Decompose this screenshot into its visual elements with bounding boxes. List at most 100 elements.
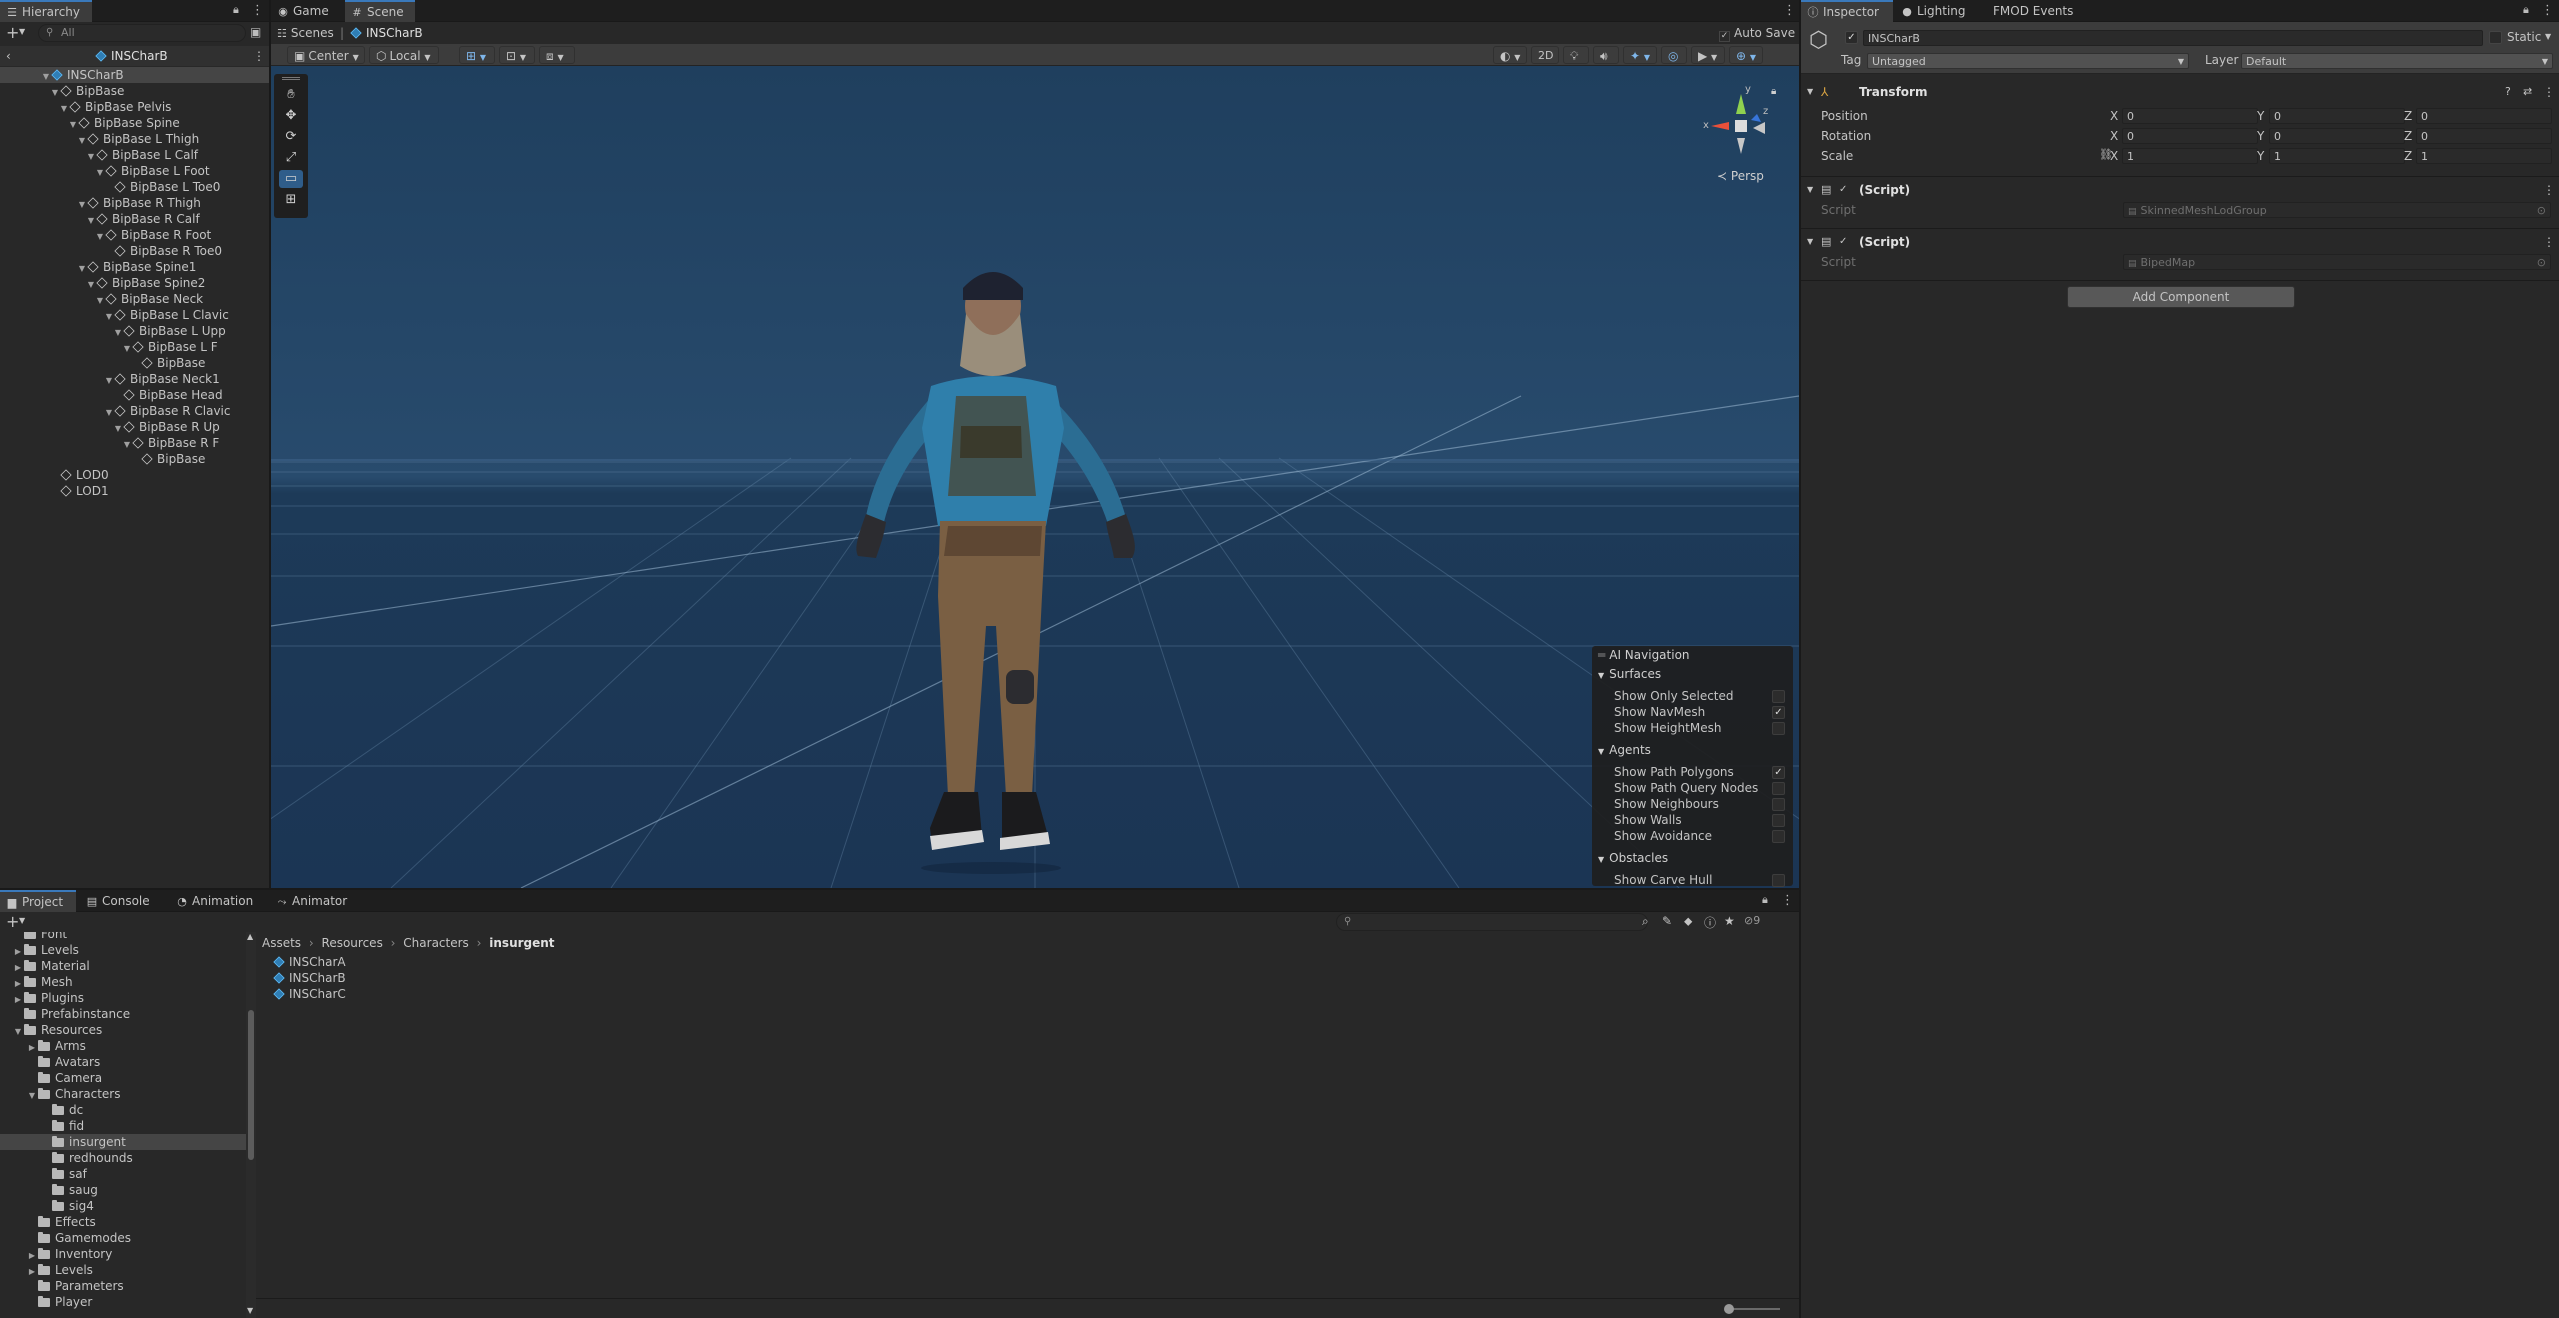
tab-game[interactable]: ◉ Game xyxy=(271,0,343,22)
hierarchy-item[interactable]: ▼ BipBase R Up xyxy=(0,419,269,435)
breadcrumb-assets[interactable]: Assets xyxy=(262,936,301,950)
scroll-down-icon[interactable]: ▼ xyxy=(247,1306,253,1315)
project-folder[interactable]: Parameters xyxy=(0,1278,246,1294)
overlay-header[interactable]: ═ AI Navigation xyxy=(1592,646,1793,664)
transform-scale-x-field[interactable]: 1 xyxy=(2122,148,2258,164)
project-folder[interactable]: ▶ Levels xyxy=(0,942,246,958)
hierarchy-item[interactable]: ▼ BipBase Spine2 xyxy=(0,275,269,291)
layer-dropdown[interactable]: Default ▼ xyxy=(2241,53,2553,69)
hand-tool-icon[interactable]: ✋︎ xyxy=(279,86,303,104)
auto-save-toggle[interactable]: ✓ Auto Save xyxy=(1719,22,1795,44)
tab-project[interactable]: ▆ Project xyxy=(0,890,76,912)
hierarchy-item[interactable]: LOD0 xyxy=(0,467,269,483)
tag-dropdown[interactable]: Untagged ▼ xyxy=(1867,53,2189,69)
back-arrow-icon[interactable]: ‹ xyxy=(6,46,11,66)
shading-mode-dropdown[interactable]: ◐ ▼ xyxy=(1493,46,1527,64)
checkbox[interactable]: ✓ xyxy=(1772,706,1785,719)
slider-handle[interactable] xyxy=(1724,1304,1734,1314)
transform-position-y-field[interactable]: 0 xyxy=(2269,108,2405,124)
axis-z-label[interactable]: Z xyxy=(2404,128,2412,144)
project-folder[interactable]: Gamemodes xyxy=(0,1230,246,1246)
projection-toggle[interactable]: ≺ Persp xyxy=(1717,169,1764,183)
effects-toggle-icon[interactable]: ✦ ▼ xyxy=(1623,46,1657,64)
axis-y-label[interactable]: Y xyxy=(2257,108,2264,124)
checkbox[interactable] xyxy=(1772,690,1785,703)
lock-icon[interactable]: 🔒︎ xyxy=(1771,86,1776,97)
scroll-thumb[interactable] xyxy=(248,1010,254,1160)
more-menu-icon[interactable]: ⋮ xyxy=(2543,82,2555,102)
transform-position-z-field[interactable]: 0 xyxy=(2416,108,2552,124)
hierarchy-item[interactable]: ▼ INSCharB xyxy=(0,67,269,83)
checkbox[interactable] xyxy=(1772,830,1785,843)
tab-fmod-events[interactable]: FMOD Events xyxy=(1981,0,2081,22)
breadcrumb-resources[interactable]: Resources xyxy=(322,936,383,950)
tab-lighting[interactable]: ● Lighting xyxy=(1895,0,1979,22)
tab-animator[interactable]: ⤳ Animator xyxy=(270,890,360,912)
icon-size-slider[interactable] xyxy=(1724,1304,1780,1314)
warning-filter-icon[interactable]: ⓘ xyxy=(1704,914,1716,931)
hierarchy-item[interactable]: BipBase Head xyxy=(0,387,269,403)
2d-toggle-button[interactable]: 2D xyxy=(1531,46,1559,64)
hidden-packages-toggle[interactable]: ⊘9 xyxy=(1744,914,1760,927)
project-folder[interactable]: ▶ Plugins xyxy=(0,990,246,1006)
component-header[interactable]: ▼ ▤ ✓ (Script) ⋮ xyxy=(1801,232,2559,252)
audio-toggle-icon[interactable]: 🔊︎ xyxy=(1593,46,1619,64)
move-tool-icon[interactable]: ✥ xyxy=(279,107,303,125)
component-header[interactable]: ▼ ▤ ✓ (Script) ⋮ xyxy=(1801,180,2559,200)
transform-tool-icon[interactable]: ⊞ xyxy=(279,191,303,209)
checkbox[interactable] xyxy=(1772,782,1785,795)
more-menu-icon[interactable]: ⋮ xyxy=(2543,180,2555,200)
checkbox[interactable] xyxy=(1772,722,1785,735)
hierarchy-item[interactable]: ▼ BipBase L Thigh xyxy=(0,131,269,147)
more-menu-icon[interactable]: ⋮ xyxy=(2543,232,2555,252)
project-folder[interactable]: Prefabinstance xyxy=(0,1006,246,1022)
object-name-field[interactable]: INSCharB xyxy=(1863,30,2483,46)
hierarchy-item[interactable]: BipBase L Toe0 xyxy=(0,179,269,195)
checkbox[interactable] xyxy=(1772,814,1785,827)
search-input[interactable]: ⚲ All xyxy=(38,24,246,42)
add-component-button[interactable]: Add Component xyxy=(2067,286,2295,308)
axis-x-label[interactable]: X xyxy=(2110,148,2118,164)
enabled-checkbox[interactable]: ✓ xyxy=(1839,232,1847,252)
transform-scale-y-field[interactable]: 1 xyxy=(2269,148,2405,164)
visibility-toggle-icon[interactable]: ◎ xyxy=(1661,46,1687,64)
section-agents[interactable]: ▼ Agents xyxy=(1598,742,1651,758)
hierarchy-item[interactable]: ▼ BipBase R Foot xyxy=(0,227,269,243)
tab-scene[interactable]: # Scene xyxy=(345,0,415,22)
hierarchy-item[interactable]: ▼ BipBase L Calf xyxy=(0,147,269,163)
transform-header[interactable]: ▼ ⅄ Transform ? ⇄ ⋮ xyxy=(1801,82,2559,102)
hierarchy-item[interactable]: ▼ BipBase R F xyxy=(0,435,269,451)
rect-tool-icon[interactable]: ▭ xyxy=(279,170,303,188)
nav-option[interactable]: Show Path Polygons ✓ xyxy=(1614,764,1785,780)
section-surfaces[interactable]: ▼ Surfaces xyxy=(1598,666,1661,682)
rotate-tool-icon[interactable]: ⟳ xyxy=(279,128,303,146)
asset-item[interactable]: INSCharB xyxy=(273,970,874,986)
checkbox[interactable] xyxy=(1772,874,1785,887)
axis-z-label[interactable]: Z xyxy=(2404,148,2412,164)
transform-scale-z-field[interactable]: 1 xyxy=(2416,148,2552,164)
chevron-down-icon[interactable]: ▼ xyxy=(2545,32,2551,41)
target-icon[interactable]: ⊙ xyxy=(2537,203,2546,219)
hierarchy-item[interactable]: BipBase xyxy=(0,355,269,371)
project-folder[interactable]: saf xyxy=(0,1166,246,1182)
add-icon[interactable]: + xyxy=(6,23,19,42)
transform-rotation-x-field[interactable]: 0 xyxy=(2122,128,2258,144)
gizmos-dropdown[interactable]: ⊕ ▼ xyxy=(1729,46,1763,64)
project-folder[interactable]: Font xyxy=(0,932,246,942)
nav-option[interactable]: Show Carve Hull xyxy=(1614,872,1785,888)
tab-console[interactable]: ▤ Console xyxy=(80,890,164,912)
orientation-gizmo[interactable]: y x z xyxy=(1701,84,1781,164)
project-folder[interactable]: Avatars xyxy=(0,1054,246,1070)
more-menu-icon[interactable]: ⋮ xyxy=(253,46,265,66)
project-folder[interactable]: Player xyxy=(0,1294,246,1310)
more-menu-icon[interactable]: ⋮ xyxy=(1783,3,1796,18)
scene-viewport[interactable]: y x z ≺ Persp 🔒︎ xyxy=(271,66,1799,888)
tag-filter-icon[interactable]: ⬥ xyxy=(1684,914,1692,929)
transform-rotation-z-field[interactable]: 0 xyxy=(2416,128,2552,144)
project-tree-scrollbar[interactable]: ▲ ▼ xyxy=(246,932,256,1318)
checkbox[interactable] xyxy=(1772,798,1785,811)
pivot-space-dropdown[interactable]: ⬡ Local ▼ xyxy=(369,46,439,64)
project-folder[interactable]: ▼ Resources xyxy=(0,1022,246,1038)
hierarchy-item[interactable]: ▼ BipBase Pelvis xyxy=(0,99,269,115)
enabled-checkbox[interactable]: ✓ xyxy=(1839,180,1847,200)
